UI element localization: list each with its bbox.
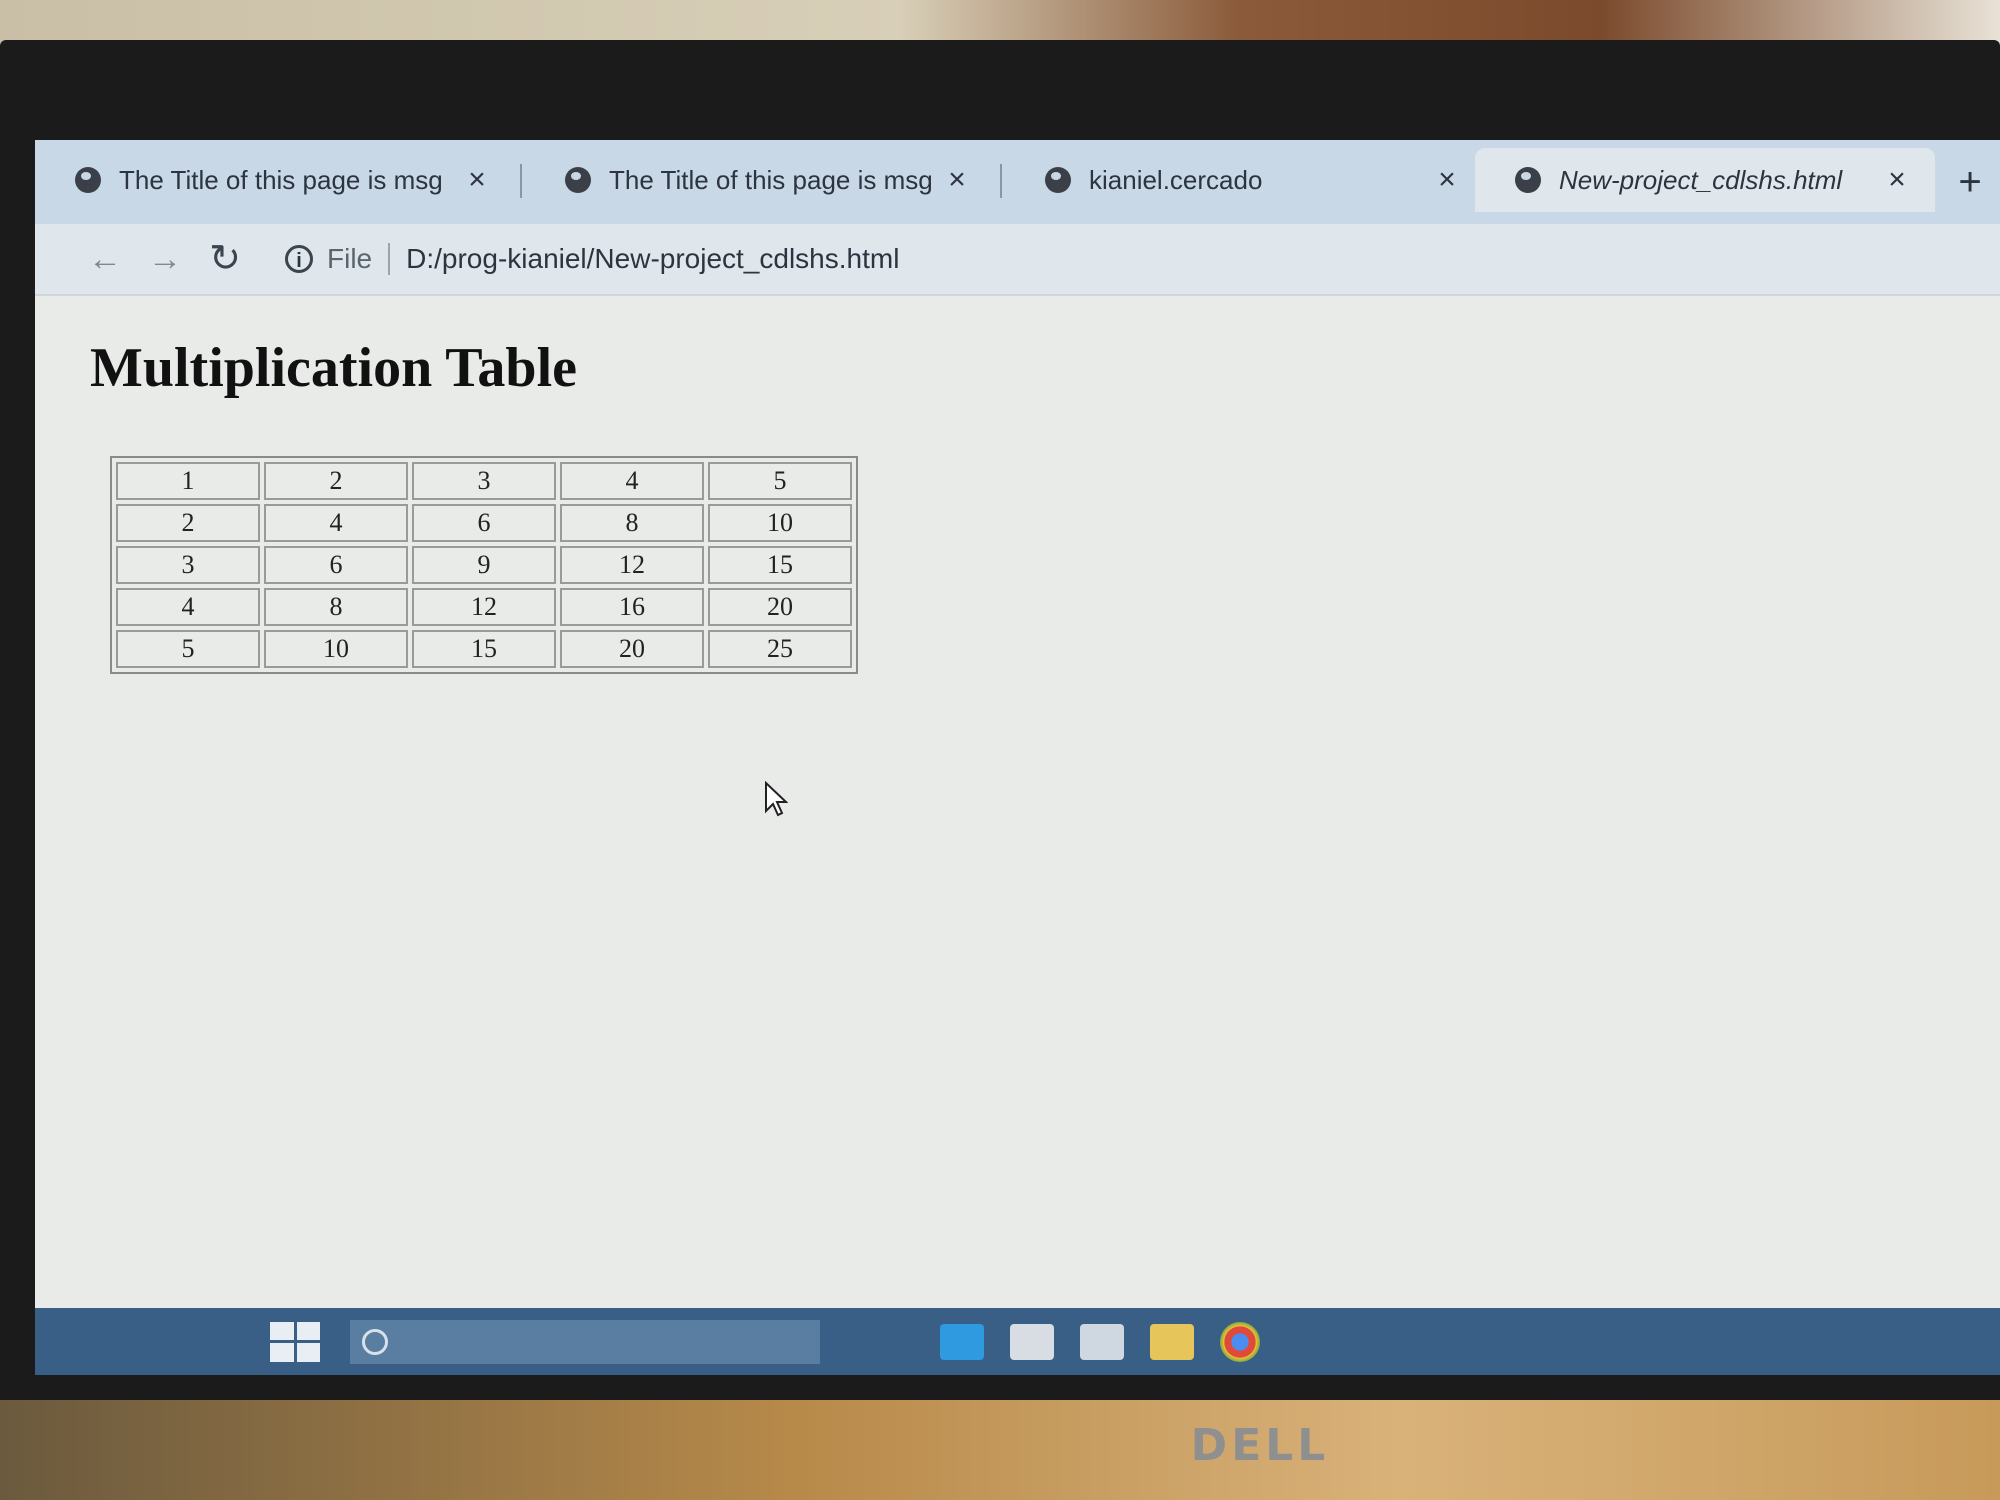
table-cell: 20 xyxy=(560,630,704,668)
table-row: 4 8 12 16 20 xyxy=(116,588,852,626)
chrome-icon[interactable] xyxy=(1220,1321,1260,1362)
tab[interactable]: The Title of this page is msg × xyxy=(525,148,995,212)
page-content: Multiplication Table 1 2 3 4 5 2 4 6 8 10 3 6 9 12 15 4… xyxy=(35,296,2000,1176)
table-cell: 5 xyxy=(116,630,260,668)
globe-icon xyxy=(565,167,591,193)
reload-icon[interactable]: ↻ xyxy=(195,229,255,289)
tab-close-button[interactable]: × xyxy=(1877,163,1917,197)
table-cell: 3 xyxy=(116,546,260,584)
tab-close-button[interactable]: × xyxy=(937,163,977,197)
table-cell: 6 xyxy=(264,546,408,584)
table-cell: 15 xyxy=(708,546,852,584)
scheme-chip: File xyxy=(327,243,391,275)
address-bar[interactable]: i File D:/prog-kianiel/New-project_cdlsh… xyxy=(285,243,899,275)
table-cell: 15 xyxy=(412,630,556,668)
tab[interactable]: The Title of this page is msg × xyxy=(35,148,515,212)
page-title: Multiplication Table xyxy=(90,337,577,399)
table-cell: 4 xyxy=(116,588,260,626)
table-cell: 2 xyxy=(264,462,408,500)
taskbar-search[interactable] xyxy=(350,1319,820,1364)
browser-toolbar: ← → ↻ i File D:/prog-kianiel/New-project… xyxy=(35,224,2000,296)
table-cell: 9 xyxy=(412,546,556,584)
tab-active[interactable]: New-project_cdlshs.html × xyxy=(1475,148,1935,212)
table-cell: 25 xyxy=(708,630,852,668)
table-cell: 12 xyxy=(560,546,704,584)
screen: The Title of this page is msg × The Titl… xyxy=(35,140,2000,1375)
search-icon xyxy=(362,1328,388,1355)
tab-title: The Title of this page is msg xyxy=(119,164,443,195)
new-tab-button[interactable]: + xyxy=(1945,154,1995,210)
table-cell: 1 xyxy=(116,462,260,500)
table-cell: 16 xyxy=(560,588,704,626)
table-cell: 4 xyxy=(264,504,408,542)
info-icon[interactable]: i xyxy=(285,245,313,273)
url-text[interactable]: D:/prog-kianiel/New-project_cdlshs.html xyxy=(406,243,899,275)
table-cell: 8 xyxy=(264,588,408,626)
explorer-icon[interactable] xyxy=(1150,1323,1194,1360)
multiplication-table: 1 2 3 4 5 2 4 6 8 10 3 6 9 12 15 4 8 12 16 20 5 10 15 20 25 xyxy=(110,456,858,674)
windows-start-icon[interactable] xyxy=(270,1321,320,1362)
tab-separator xyxy=(1000,164,1002,198)
tab-close-button[interactable]: × xyxy=(1427,163,1467,197)
table-cell: 8 xyxy=(560,504,704,542)
globe-icon xyxy=(1045,167,1071,193)
back-icon[interactable]: ← xyxy=(75,229,135,289)
table-cell: 4 xyxy=(560,462,704,500)
tab-title: The Title of this page is msg xyxy=(609,164,933,195)
table-cell: 2 xyxy=(116,504,260,542)
table-cell: 5 xyxy=(708,462,852,500)
table-row: 3 6 9 12 15 xyxy=(116,546,852,584)
table-cell: 6 xyxy=(412,504,556,542)
tab[interactable]: kianiel.cercado × xyxy=(1005,148,1485,212)
table-cell: 10 xyxy=(708,504,852,542)
tab-close-button[interactable]: × xyxy=(457,163,497,197)
globe-icon xyxy=(75,167,101,193)
table-row: 12345 xyxy=(116,462,852,500)
mail-icon[interactable] xyxy=(1080,1323,1124,1360)
monitor-brand-logo: DELL xyxy=(1190,1420,1330,1471)
table-row: 2 4 6 8 10 xyxy=(116,504,852,542)
tab-title: kianiel.cercado xyxy=(1089,164,1263,195)
table-cell: 20 xyxy=(708,588,852,626)
taskbar xyxy=(35,1308,2000,1375)
tab-title: New-project_cdlshs.html xyxy=(1559,164,1843,195)
table-cell: 10 xyxy=(264,630,408,668)
forward-icon[interactable]: → xyxy=(135,229,195,289)
store-icon[interactable] xyxy=(1010,1323,1054,1360)
table-cell: 12 xyxy=(412,588,556,626)
tab-strip: The Title of this page is msg × The Titl… xyxy=(35,140,2000,224)
table-cell: 3 xyxy=(412,462,556,500)
desk xyxy=(0,1400,2000,1500)
tab-separator xyxy=(520,164,522,198)
edge-icon[interactable] xyxy=(940,1323,984,1360)
globe-icon xyxy=(1515,167,1541,193)
table-row: 5 10 15 20 25 xyxy=(116,630,852,668)
